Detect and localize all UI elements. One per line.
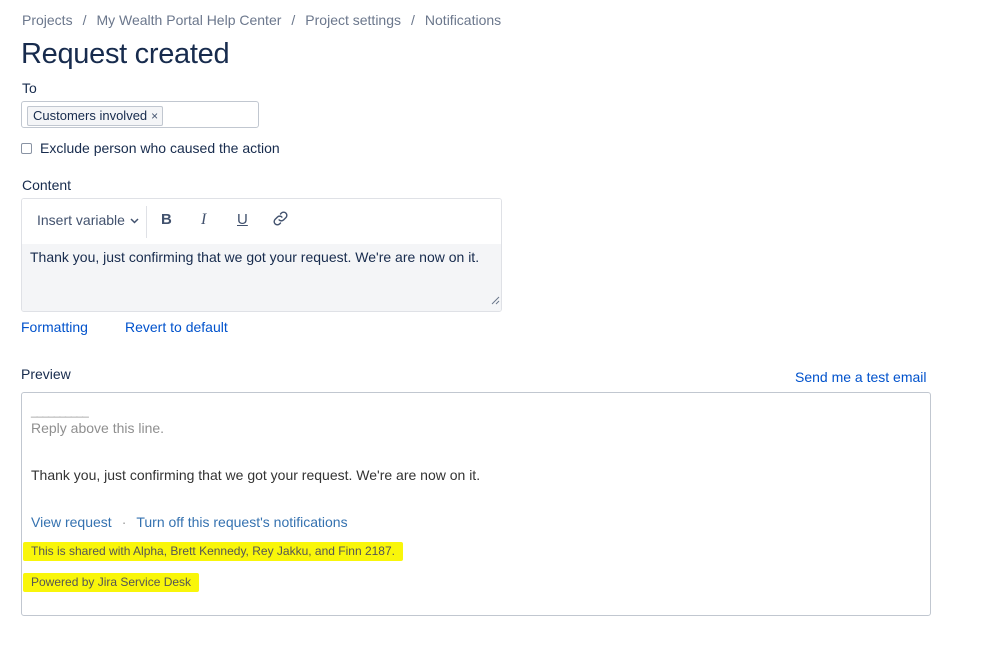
toolbar-divider — [146, 206, 147, 238]
shared-with-highlight: This is shared with Alpha, Brett Kennedy… — [23, 542, 403, 561]
recipient-chip: Customers involved × — [27, 106, 164, 126]
send-test-email-link[interactable]: Send me a test email — [795, 369, 927, 385]
preview-body: Thank you, just confirming that we got y… — [31, 467, 481, 483]
recipient-chip-label: Customers involved — [33, 108, 148, 123]
page-title: Request created — [21, 38, 230, 70]
breadcrumb-separator: / — [291, 12, 296, 28]
insert-variable-label: Insert variable — [37, 212, 125, 228]
turn-off-notifications-link[interactable]: Turn off this request's notifications — [136, 514, 347, 530]
content-label: Content — [22, 177, 72, 193]
revert-to-default-link[interactable]: Revert to default — [125, 319, 228, 335]
breadcrumb-help-center[interactable]: My Wealth Portal Help Center — [96, 12, 281, 28]
link-icon[interactable] — [272, 210, 289, 231]
reply-above-text: Reply above this line. — [31, 420, 165, 436]
chevron-down-icon — [130, 216, 139, 227]
to-label: To — [22, 80, 37, 96]
link-separator: · — [121, 514, 127, 530]
shared-with-text: This is shared with Alpha, Brett Kennedy… — [23, 542, 403, 561]
breadcrumb: Projects / My Wealth Portal Help Center / Pr… — [22, 12, 501, 28]
powered-by-highlight: Powered by Jira Service Desk — [23, 573, 200, 592]
content-text: Thank you, just confirming that we got y… — [30, 249, 480, 265]
email-preview: __________ Reply above this line. Thank … — [21, 392, 931, 616]
content-editor: Insert variable B I U Thank you, just co… — [21, 198, 502, 312]
editor-toolbar: Insert variable B I U — [22, 199, 501, 244]
breadcrumb-projects[interactable]: Projects — [22, 12, 73, 28]
breadcrumb-notifications[interactable]: Notifications — [425, 12, 501, 28]
breadcrumb-separator: / — [411, 12, 415, 28]
content-textarea[interactable]: Thank you, just confirming that we got y… — [22, 244, 501, 311]
underline-button[interactable]: U — [237, 211, 248, 228]
reply-divider: __________ — [31, 404, 89, 418]
view-request-link[interactable]: View request — [31, 514, 112, 530]
exclude-person-checkbox[interactable] — [21, 142, 32, 154]
powered-by-text: Powered by Jira Service Desk — [23, 573, 200, 592]
preview-label: Preview — [21, 366, 71, 382]
breadcrumb-separator: / — [82, 12, 87, 28]
resize-handle-icon[interactable] — [491, 292, 500, 310]
preview-links: View request · Turn off this request's not… — [31, 514, 348, 530]
italic-button[interactable]: I — [201, 211, 206, 229]
bold-button[interactable]: B — [161, 211, 172, 228]
insert-variable-dropdown[interactable]: Insert variable — [37, 212, 139, 228]
chip-remove-icon[interactable]: × — [151, 109, 158, 123]
formatting-link[interactable]: Formatting — [21, 319, 88, 335]
exclude-person-row: Exclude person who caused the action — [21, 140, 280, 156]
exclude-person-label[interactable]: Exclude person who caused the action — [40, 140, 280, 156]
breadcrumb-project-settings[interactable]: Project settings — [305, 12, 401, 28]
to-recipients-input[interactable]: Customers involved × — [21, 101, 259, 128]
